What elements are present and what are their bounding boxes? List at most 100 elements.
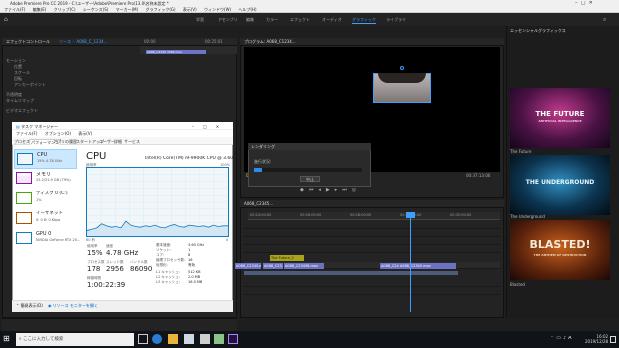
network-icon[interactable]: ▭ xyxy=(556,336,563,341)
tm-minimize-icon[interactable]: – xyxy=(192,124,203,129)
step-forward-icon[interactable]: ⏭ xyxy=(342,188,352,193)
tm-window-controls: –□✕ xyxy=(192,124,228,129)
task-view-icon[interactable] xyxy=(138,334,148,344)
tm-usage-value: 15% xyxy=(87,249,103,257)
app-title: Adobe Premiere Pro CC 2019 - C:\ユーザー\Ado… xyxy=(10,1,169,6)
timeline-clip[interactable]: A068_C24 A068_C2345 mov xyxy=(380,263,456,269)
track-v3[interactable] xyxy=(244,222,500,229)
tm-maximize-icon[interactable]: □ xyxy=(203,124,216,129)
video-overlay-hair xyxy=(378,73,426,83)
ec-row[interactable]: アンカーポイント xyxy=(14,82,46,88)
store-icon[interactable] xyxy=(184,334,194,344)
tm-tab-users[interactable]: ユーザー xyxy=(99,139,115,144)
track-a1[interactable] xyxy=(244,280,500,287)
menu-window[interactable]: ウィンドウ(W) xyxy=(204,7,231,12)
tm-device-cpu[interactable]: CPU 15% 4.78 GHz xyxy=(14,149,77,169)
export-frame-icon[interactable]: ◎ xyxy=(352,188,361,193)
render-cancel-button[interactable]: 中止 xyxy=(300,176,320,182)
ec-time-a: 00:00 xyxy=(144,39,156,44)
tm-device-ethernet[interactable]: イーサネット S: 0 R: 0 Kbps xyxy=(14,209,77,229)
playhead-handle[interactable] xyxy=(406,212,415,218)
tm-device-gpu[interactable]: GPU 0 NVIDIA GeForce RTX 20... xyxy=(14,229,81,249)
workspace-libraries[interactable]: ライブラリ xyxy=(386,17,406,23)
search-icon[interactable]: ⌕ xyxy=(603,16,606,24)
tm-graph-time: 60 秒 xyxy=(86,238,96,242)
tm-menu-view[interactable]: 表示(V) xyxy=(78,131,92,136)
workspace-assembly[interactable]: アセンブリ xyxy=(218,17,238,23)
ec-row[interactable]: ビデオエフェクト xyxy=(6,108,38,114)
tm-fewer-details[interactable]: ⌃ 簡易表示(D) xyxy=(16,303,43,308)
ruler-label: 00:26:00:00 xyxy=(300,213,322,217)
menu-sequence[interactable]: シーケンス(S) xyxy=(83,7,108,12)
mail-icon[interactable] xyxy=(200,334,210,344)
menu-graphic[interactable]: グラフィック(G) xyxy=(145,7,175,12)
tm-device-memory[interactable]: メモリ 25.2/31.9 GB (79%) xyxy=(14,169,77,189)
workspace-color[interactable]: カラー xyxy=(266,17,278,23)
timeline-clip[interactable]: A068_C23456.mov xyxy=(284,263,324,269)
tm-resource-monitor-link[interactable]: ◉ リソース モニターを開く xyxy=(48,303,98,308)
edge-icon[interactable] xyxy=(152,334,162,344)
track-v0[interactable] xyxy=(244,246,500,253)
menu-edit[interactable]: 編集(E) xyxy=(33,7,47,12)
title-clip[interactable]: The Future_2 xyxy=(270,255,304,261)
play-icon[interactable]: ▶ xyxy=(326,188,335,193)
track-v2[interactable] xyxy=(244,230,500,237)
workspace-learn[interactable]: 学習 xyxy=(196,17,204,23)
menu-clip[interactable]: クリップ(C) xyxy=(54,7,76,12)
program-duration: 00:37:13:06 xyxy=(466,173,491,178)
timeline-clip[interactable]: A068_C2345.mov xyxy=(235,263,261,269)
render-progress-fill xyxy=(254,168,262,172)
start-icon[interactable]: ⊞ xyxy=(3,335,10,343)
tab-effect-controls[interactable]: エフェクトコントロール xyxy=(6,39,50,44)
ruler-label: 00:24:00:00 xyxy=(250,213,272,217)
tm-tab-app-history[interactable]: アプリの履歴 xyxy=(53,139,77,144)
menu-view[interactable]: 表示(V) xyxy=(183,7,197,12)
transform-handle[interactable] xyxy=(400,66,404,70)
track-a2[interactable] xyxy=(244,288,500,295)
track-v1[interactable] xyxy=(244,238,500,245)
task-manager-title: タスク マネージャー xyxy=(21,124,59,129)
tm-tab-services[interactable]: サービス xyxy=(124,139,140,144)
template-thumbnail[interactable]: BLASTED! THE ANTHEM OF DESTRUCTION xyxy=(510,220,610,280)
maximize-icon[interactable]: □ xyxy=(581,1,586,6)
file-explorer-icon[interactable] xyxy=(168,334,178,344)
tab-program[interactable]: プログラム: A068_C1234... xyxy=(244,39,296,44)
ec-clip-bar[interactable]: A068_C2345 3386 mov xyxy=(146,50,206,54)
tm-cpu-model: Intel(R) Core(TM) i9-9900K CPU @ 3.60GHz xyxy=(145,156,243,161)
tm-menu-options[interactable]: オプション(O) xyxy=(45,131,71,136)
template-thumbnail[interactable]: THE UNDERGROUND xyxy=(510,155,610,215)
search-icon: ⌕ xyxy=(19,337,22,342)
template-thumbnail[interactable]: THE FUTURE ARTIFICIAL INTELLIGENCE xyxy=(510,88,610,148)
taskbar-search[interactable]: ⌕ ここに入力して検索 xyxy=(16,333,134,346)
menu-marker[interactable]: マーカー(M) xyxy=(116,7,139,12)
tab-sequence[interactable]: A068_C2345... xyxy=(244,201,273,206)
tm-menu-file[interactable]: ファイル(F) xyxy=(16,131,37,136)
workspace-graphics[interactable]: グラフィック xyxy=(352,17,376,24)
ec-row[interactable]: タイムリマップ xyxy=(6,98,34,104)
home-icon[interactable]: ⌂ xyxy=(4,16,8,23)
tm-tab-processes[interactable]: プロセス xyxy=(14,139,30,144)
tm-device-thumb xyxy=(17,153,33,165)
notification-icon[interactable] xyxy=(610,336,616,343)
workspace-edit[interactable]: 編集 xyxy=(246,17,254,23)
workspace-audio[interactable]: オーディオ xyxy=(322,17,342,23)
tm-device-sub: NVIDIA GeForce RTX 20... xyxy=(36,238,81,242)
frame-back-icon[interactable]: ◂ xyxy=(318,188,326,193)
tm-tab-details[interactable]: 詳細 xyxy=(114,139,122,144)
menu-help[interactable]: ヘルプ(H) xyxy=(238,7,256,12)
taskbar-clock[interactable]: 16:02 2019/12/28 xyxy=(585,334,608,344)
tab-essential-graphics[interactable]: エッセンシャルグラフィックス xyxy=(510,28,566,33)
tm-close-icon[interactable]: ✕ xyxy=(216,124,228,129)
close-icon[interactable]: ✕ xyxy=(589,1,593,6)
marker-icon[interactable]: ◆ xyxy=(300,188,309,193)
step-back-icon[interactable]: ⏮ xyxy=(309,188,319,193)
ime-icon[interactable]: A xyxy=(568,336,573,341)
workspace-effects[interactable]: エフェクト xyxy=(290,17,310,23)
menu-file[interactable]: ファイル(F) xyxy=(4,7,25,12)
premiere-taskbar-icon[interactable] xyxy=(228,334,238,344)
task-manager-taskbar-icon[interactable] xyxy=(214,334,224,344)
minimize-icon[interactable]: – xyxy=(575,1,578,6)
timeline-clip-strip[interactable] xyxy=(244,271,458,275)
tm-device-disk[interactable]: ディスク 0 (C:) 1% xyxy=(14,189,77,209)
timeline-clip[interactable]: A068_C23... xyxy=(263,263,283,269)
